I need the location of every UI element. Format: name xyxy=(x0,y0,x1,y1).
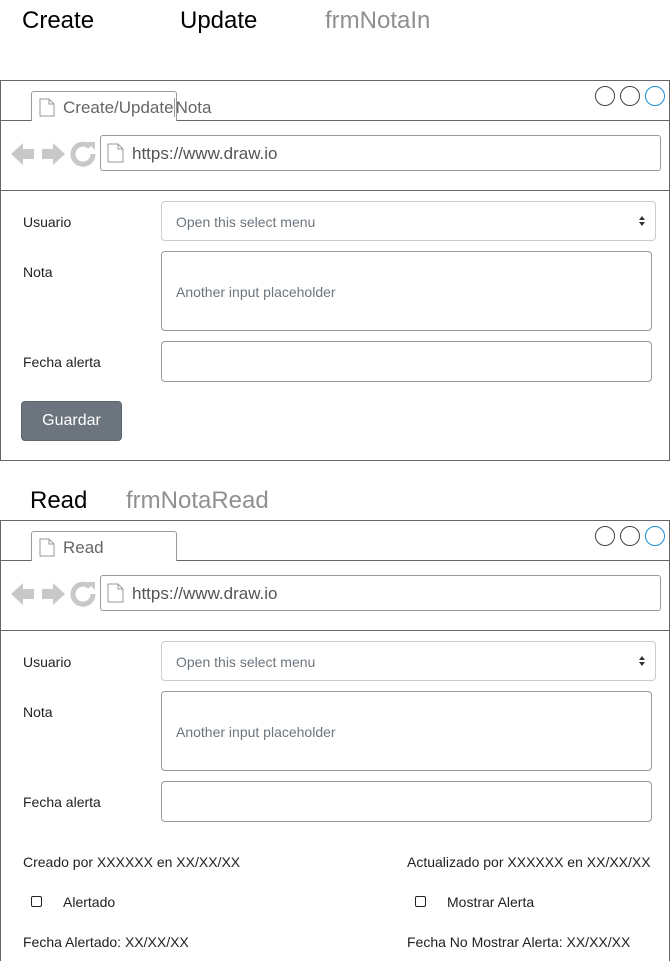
usuario-select[interactable]: Open this select menu xyxy=(161,641,656,681)
mostrar-alerta-checkbox[interactable] xyxy=(415,896,426,907)
select-placeholder: Open this select menu xyxy=(176,214,316,230)
nota-placeholder: Another input placeholder xyxy=(176,724,336,740)
tab-label: Create/Update Nota xyxy=(63,98,212,117)
forward-arrow-icon[interactable] xyxy=(42,143,65,165)
select-chevron-icon xyxy=(639,216,645,226)
tab-label: Read xyxy=(63,538,104,557)
back-arrow-icon[interactable] xyxy=(11,583,34,605)
url-text: https://www.draw.io xyxy=(132,584,278,603)
nota-label: Nota xyxy=(23,264,53,280)
maximize-circle-icon[interactable] xyxy=(620,526,640,546)
document-icon xyxy=(39,98,55,117)
browser-tab[interactable]: Read xyxy=(31,531,177,561)
address-bar[interactable]: https://www.draw.io xyxy=(100,135,661,171)
fecha-alerta-label: Fecha alerta xyxy=(23,354,101,370)
nav-bar: https://www.draw.io xyxy=(1,121,669,191)
usuario-label: Usuario xyxy=(23,214,72,230)
reload-icon[interactable] xyxy=(70,581,96,607)
maximize-circle-icon[interactable] xyxy=(620,86,640,106)
fecha-alertado-text: Fecha Alertado: XX/XX/XX xyxy=(23,934,189,950)
alertado-label: Alertado xyxy=(63,894,116,910)
read-window: Read https://www.draw.io Usuario Open th… xyxy=(0,520,670,961)
alertado-checkbox[interactable] xyxy=(31,896,42,907)
create-heading: Create xyxy=(22,7,95,34)
browser-nav-icons xyxy=(11,581,96,607)
minimize-circle-icon[interactable] xyxy=(595,86,615,106)
close-circle-icon[interactable] xyxy=(645,86,665,106)
url-text: https://www.draw.io xyxy=(132,144,278,163)
nav-bar: https://www.draw.io xyxy=(1,561,669,631)
browser-tab[interactable]: Create/Update Nota xyxy=(31,91,212,121)
updated-by-text: Actualizado por XXXXXX en XX/XX/XX xyxy=(407,854,651,870)
created-by-text: Creado por XXXXXX en XX/XX/XX xyxy=(23,854,241,870)
mostrar-alerta-label: Mostrar Alerta xyxy=(447,894,535,910)
forward-arrow-icon[interactable] xyxy=(42,583,65,605)
document-icon xyxy=(39,538,55,557)
fecha-alerta-label: Fecha alerta xyxy=(23,794,101,810)
tab-bar: Read xyxy=(1,521,669,561)
guardar-button[interactable]: Guardar xyxy=(21,401,122,441)
fecha-alerta-input[interactable] xyxy=(161,781,652,822)
nota-label: Nota xyxy=(23,704,53,720)
create-update-window: Create/Update Nota https://www.draw.io U… xyxy=(0,80,670,461)
form-name-read: frmNotaRead xyxy=(126,487,269,514)
page-icon xyxy=(107,583,124,603)
nota-placeholder: Another input placeholder xyxy=(176,284,336,300)
usuario-label: Usuario xyxy=(23,654,72,670)
minimize-circle-icon[interactable] xyxy=(595,526,615,546)
close-circle-icon[interactable] xyxy=(645,526,665,546)
update-heading: Update xyxy=(180,7,258,34)
fecha-alerta-input[interactable] xyxy=(161,341,652,382)
reload-icon[interactable] xyxy=(70,141,96,167)
tab-bar: Create/Update Nota xyxy=(1,81,669,121)
usuario-select[interactable]: Open this select menu xyxy=(161,201,656,241)
read-heading: Read xyxy=(30,487,88,514)
form-name-create: frmNotaIn xyxy=(325,7,431,34)
fecha-no-mostrar-text: Fecha No Mostrar Alerta: XX/XX/XX xyxy=(407,934,631,950)
browser-nav-icons xyxy=(11,141,96,167)
select-placeholder: Open this select menu xyxy=(176,654,316,670)
nota-textarea[interactable]: Another input placeholder xyxy=(161,251,652,331)
select-chevron-icon xyxy=(639,656,645,666)
address-bar[interactable]: https://www.draw.io xyxy=(100,575,661,611)
page-icon xyxy=(107,143,124,163)
nota-textarea[interactable]: Another input placeholder xyxy=(161,691,652,771)
back-arrow-icon[interactable] xyxy=(11,143,34,165)
